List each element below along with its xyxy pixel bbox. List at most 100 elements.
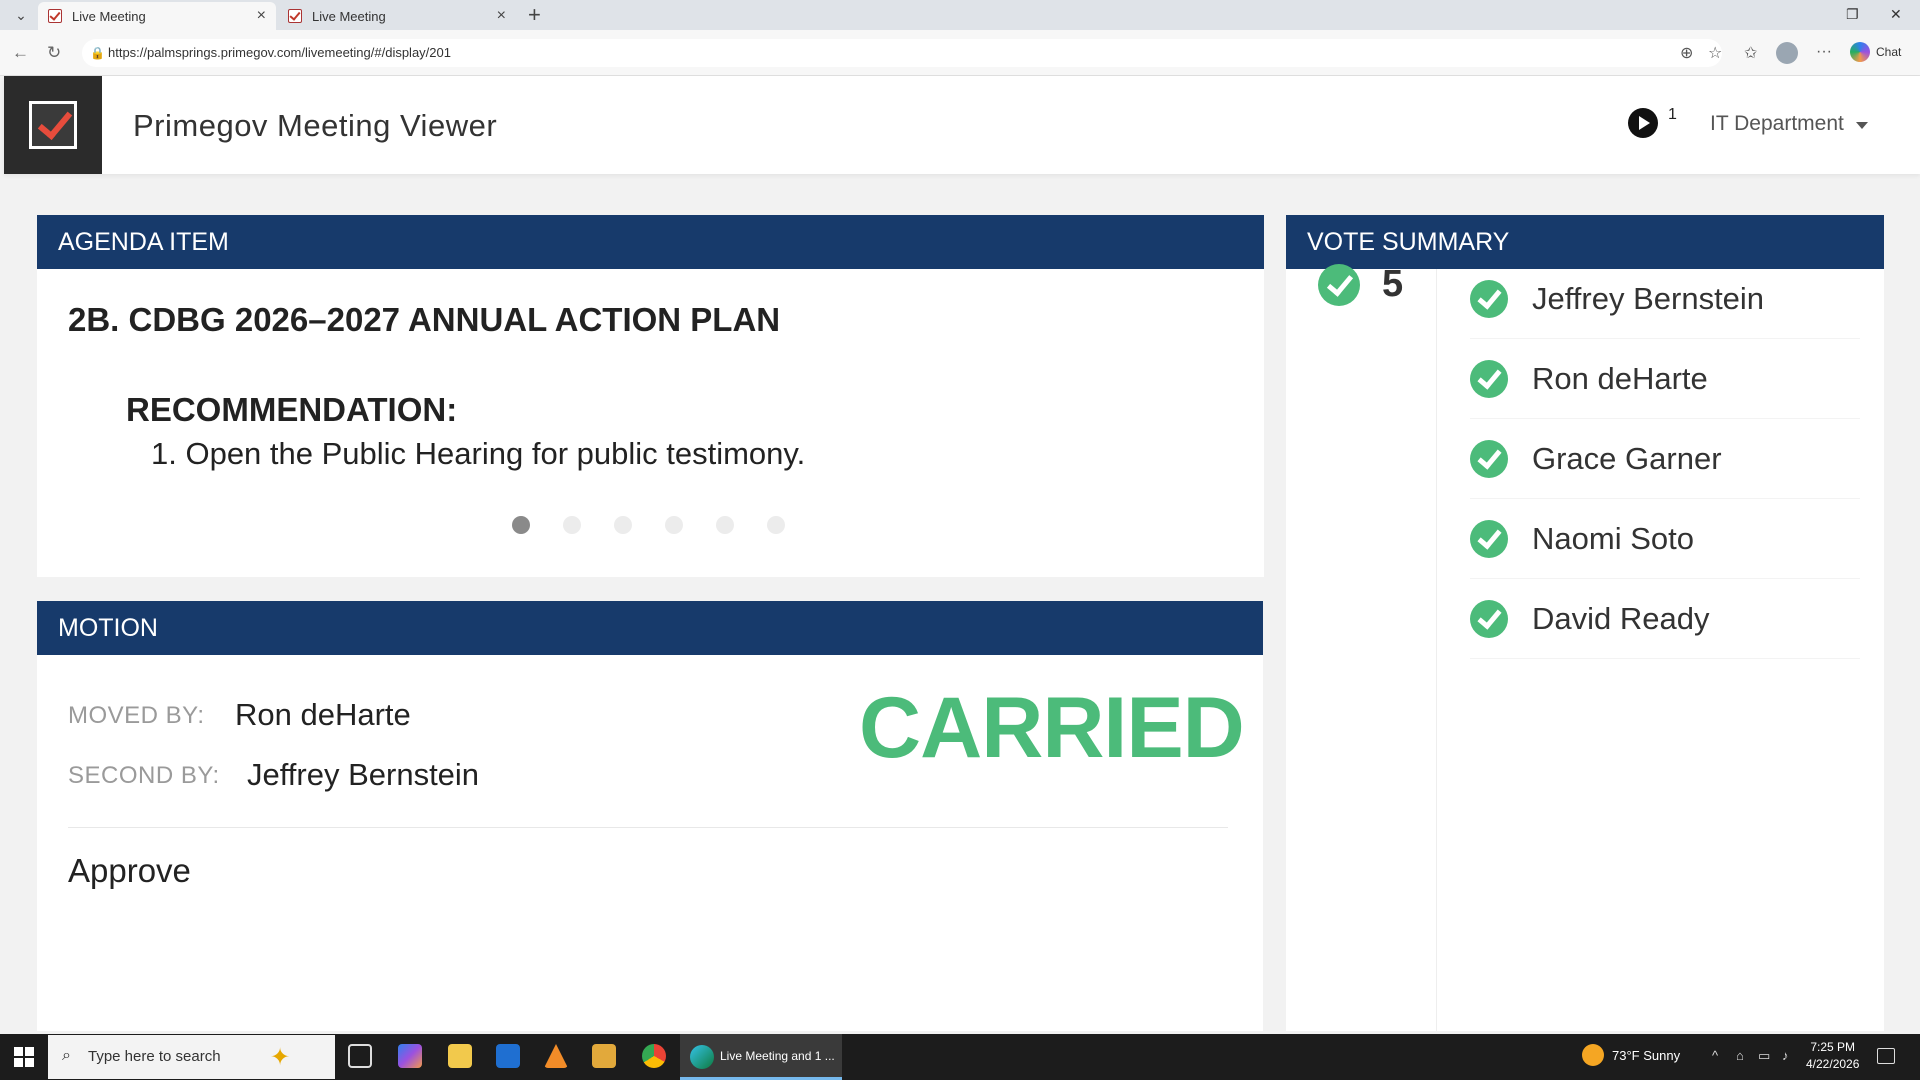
search-placeholder: Type here to search	[88, 1048, 221, 1065]
new-tab-icon[interactable]: +	[528, 4, 541, 26]
voter-row: Naomi Soto	[1470, 499, 1860, 579]
more-options-icon[interactable]: ···	[1816, 43, 1832, 61]
favicon-check-icon	[288, 9, 302, 23]
check-circle-icon	[1470, 519, 1508, 558]
dropbox-icon[interactable]	[496, 1044, 520, 1068]
favicon-check-icon	[48, 9, 62, 23]
voter-row: Grace Garner	[1470, 419, 1860, 499]
weather-widget[interactable]: 73°F Sunny	[1582, 1044, 1680, 1066]
tab-title: Live Meeting	[312, 8, 386, 24]
lock-icon: 🔒	[90, 46, 105, 60]
file-explorer-icon[interactable]	[448, 1044, 472, 1068]
volume-icon[interactable]: ♪	[1782, 1048, 1789, 1063]
pagination-dot[interactable]	[614, 516, 632, 534]
divider	[1436, 269, 1437, 1031]
pagination-dot[interactable]	[767, 516, 785, 534]
media-player-icon[interactable]	[592, 1044, 616, 1068]
tab-close-icon[interactable]: ×	[497, 7, 506, 25]
copilot-chat-button[interactable]: Chat	[1850, 42, 1901, 62]
favorite-star-icon[interactable]: ☆	[1708, 43, 1722, 63]
search-icon: ⌕	[62, 1047, 71, 1064]
agenda-item-title: 2B. CDBG 2026–2027 ANNUAL ACTION PLAN	[68, 301, 781, 338]
url-field[interactable]: 🔒 https://palmsprings.primegov.com/livem…	[82, 39, 1722, 67]
profile-avatar-icon[interactable]	[1776, 42, 1798, 64]
weather-sun-icon	[1582, 1044, 1604, 1066]
task-view-icon[interactable]	[348, 1044, 372, 1068]
voter-row: Ron deHarte	[1470, 339, 1860, 419]
browser-tab-2[interactable]: Live Meeting ×	[278, 2, 516, 30]
voter-name: Ron deHarte	[1532, 360, 1708, 396]
weather-text: 73°F Sunny	[1612, 1047, 1681, 1063]
chrome-icon[interactable]	[642, 1044, 666, 1068]
browser-tab-bar: ⌄ Live Meeting × Live Meeting × + ❐ ✕	[0, 0, 1920, 30]
play-count-badge: 1	[1668, 106, 1677, 123]
pagination-dot[interactable]	[512, 516, 530, 534]
taskbar: ⌕ Type here to search ✦ Live Meeting and…	[0, 1034, 1920, 1080]
second-by-label: SECOND BY:	[68, 762, 220, 789]
play-icon[interactable]	[1628, 108, 1658, 138]
tab-close-icon[interactable]: ×	[257, 7, 266, 25]
search-highlight-sparkle-icon: ✦	[270, 1044, 291, 1071]
meet-now-icon[interactable]: ⌂	[1736, 1048, 1744, 1063]
caret-down-icon[interactable]	[1856, 122, 1868, 129]
url-text: https://palmsprings.primegov.com/livemee…	[108, 45, 451, 60]
show-hidden-icons-icon[interactable]: ^	[1712, 1048, 1718, 1063]
copilot-taskbar-icon[interactable]	[398, 1044, 422, 1068]
taskbar-app-label: Live Meeting and 1 ...	[720, 1049, 835, 1063]
vlc-icon[interactable]	[544, 1044, 568, 1068]
notification-center-icon[interactable]	[1877, 1048, 1895, 1064]
chat-label: Chat	[1876, 45, 1902, 59]
check-circle-icon	[1318, 263, 1360, 306]
tab-title: Live Meeting	[72, 8, 146, 24]
taskbar-clock[interactable]: 7:25 PM 4/22/2026	[1806, 1039, 1859, 1073]
back-icon[interactable]: ←	[12, 43, 29, 63]
vote-summary-panel: VOTE SUMMARY 5 Jeffrey Bernstein Ron deH…	[1286, 215, 1884, 1031]
recommendation-text: 1. Open the Public Hearing for public te…	[151, 436, 806, 471]
motion-text: Approve	[68, 852, 191, 889]
address-bar: ← ↻ 🔒 https://palmsprings.primegov.com/l…	[0, 30, 1920, 76]
edge-icon	[690, 1045, 714, 1069]
check-circle-icon	[1470, 359, 1508, 398]
pagination-dot[interactable]	[563, 516, 581, 534]
yes-vote-total: 5	[1318, 263, 1403, 306]
voter-row: Jeffrey Bernstein	[1470, 259, 1860, 339]
checkbox-logo-icon	[29, 101, 77, 149]
moved-by-label: MOVED BY:	[68, 702, 205, 729]
motion-panel: MOTION MOVED BY: Ron deHarte SECOND BY: …	[37, 601, 1263, 1031]
moved-by-value: Ron deHarte	[235, 697, 411, 732]
app-title: Primegov Meeting Viewer	[133, 108, 498, 143]
copilot-icon	[1850, 42, 1870, 62]
voter-list: Jeffrey Bernstein Ron deHarte Grace Garn…	[1470, 259, 1860, 659]
taskbar-search-box[interactable]: ⌕ Type here to search ✦	[48, 1035, 335, 1079]
motion-result-status: CARRIED	[859, 680, 1245, 776]
voter-row: David Ready	[1470, 579, 1860, 659]
tab-actions-chevron-icon[interactable]: ⌄	[10, 6, 32, 24]
voter-name: Naomi Soto	[1532, 520, 1694, 556]
department-dropdown[interactable]: IT Department	[1710, 112, 1844, 136]
zoom-icon[interactable]: ⊕	[1680, 43, 1693, 63]
pagination-dot[interactable]	[665, 516, 683, 534]
agenda-item-panel: AGENDA ITEM 2B. CDBG 2026–2027 ANNUAL AC…	[37, 215, 1264, 577]
taskbar-edge-app[interactable]: Live Meeting and 1 ...	[680, 1034, 842, 1080]
favorites-list-icon[interactable]: ✩	[1744, 43, 1757, 63]
network-icon[interactable]: ▭	[1758, 1048, 1770, 1064]
agenda-item-header: AGENDA ITEM	[37, 215, 1264, 269]
slide-pagination	[512, 516, 785, 534]
app-logo	[4, 76, 102, 174]
clock-time: 7:25 PM	[1810, 1040, 1856, 1054]
check-circle-icon	[1470, 599, 1508, 638]
windows-start-icon[interactable]	[14, 1047, 34, 1067]
yes-vote-count: 5	[1382, 263, 1404, 305]
check-circle-icon	[1470, 279, 1508, 318]
recommendation-label: RECOMMENDATION:	[126, 391, 458, 428]
app-header: Primegov Meeting Viewer 1 IT Department	[4, 76, 1920, 174]
close-window-icon[interactable]: ✕	[1890, 6, 1902, 23]
check-circle-icon	[1470, 439, 1508, 478]
restore-window-icon[interactable]: ❐	[1846, 6, 1859, 23]
clock-date: 4/22/2026	[1806, 1057, 1860, 1071]
browser-tab-1[interactable]: Live Meeting ×	[38, 2, 276, 30]
voter-name: Grace Garner	[1532, 440, 1722, 476]
pagination-dot[interactable]	[716, 516, 734, 534]
refresh-icon[interactable]: ↻	[47, 43, 61, 63]
motion-header: MOTION	[37, 601, 1263, 655]
